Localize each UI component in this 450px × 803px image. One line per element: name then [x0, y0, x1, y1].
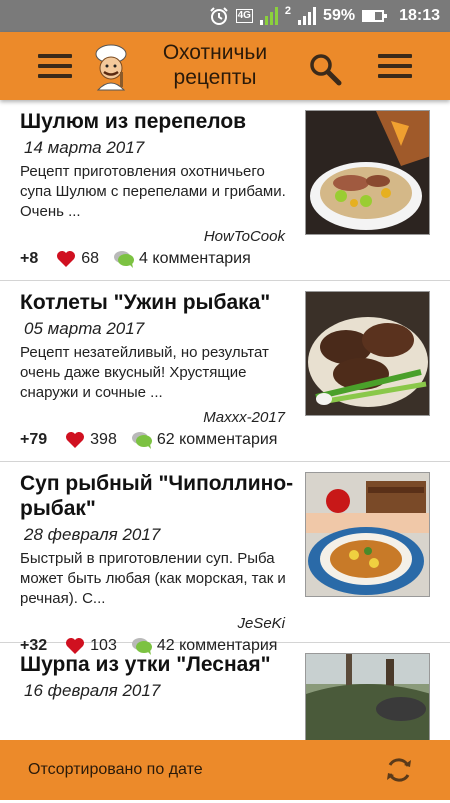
recipe-likes: 398: [90, 431, 117, 448]
recipe-date: 05 марта 2017: [24, 319, 145, 338]
heart-icon[interactable]: [56, 250, 76, 268]
recipe-comments: 4 комментария: [139, 250, 251, 267]
recipe-photo[interactable]: [305, 110, 430, 235]
app-bar: Охотничьи рецепты: [0, 32, 450, 100]
recipe-likes: 68: [81, 250, 100, 267]
recipe-author[interactable]: Maxxx-2017: [203, 409, 285, 426]
recipe-card[interactable]: Шулюм из перепелов 14 марта 2017 Рецепт …: [0, 100, 450, 281]
recipe-score: +79: [20, 431, 48, 448]
overflow-menu-icon[interactable]: [378, 54, 412, 78]
battery-percent: 59%: [323, 7, 356, 24]
recipe-title: Шулюм из перепелов: [20, 110, 247, 133]
recipe-title: Суп рыбный "Чиполлино-рыбак": [20, 472, 294, 520]
recipe-title: Шурпа из утки "Лесная": [20, 653, 271, 676]
app-title: Охотничьи рецепты: [162, 41, 268, 89]
recipe-date: 16 февраля 2017: [24, 681, 161, 700]
heart-icon[interactable]: [65, 431, 85, 449]
recipe-card[interactable]: Котлеты "Ужин рыбака" 05 марта 2017 Реце…: [0, 281, 450, 462]
recipe-description: Рецепт приготовления охотничьего супа Шу…: [20, 163, 286, 220]
status-bar: 4G 2 59% 18:13: [0, 0, 450, 32]
recipe-photo[interactable]: [305, 472, 430, 597]
refresh-icon[interactable]: [384, 755, 414, 785]
signal-2-icon: [298, 7, 317, 25]
recipe-author[interactable]: JeSeKi: [237, 615, 285, 632]
recipe-list: Шулюм из перепелов 14 марта 2017 Рецепт …: [0, 100, 450, 803]
recipe-date: 14 марта 2017: [24, 138, 145, 157]
recipe-score: +8: [20, 250, 39, 267]
recipe-description: Быстрый в приготовлении суп. Рыба может …: [20, 550, 286, 607]
recipe-card[interactable]: Суп рыбный "Чиполлино-рыбак" 28 февраля …: [0, 462, 450, 655]
alarm-icon: [209, 6, 229, 26]
menu-icon[interactable]: [38, 54, 72, 78]
recipe-title: Котлеты "Ужин рыбака": [20, 291, 271, 314]
recipe-stats: +79 398 62 комментария: [20, 431, 277, 449]
sort-bar: Отсортировано по дате: [0, 740, 450, 800]
chef-logo-icon: [90, 42, 132, 92]
recipe-author[interactable]: HowToCook: [204, 228, 285, 245]
comment-icon[interactable]: [113, 250, 135, 268]
recipe-stats: +8 68 4 комментария: [20, 250, 251, 268]
signal-icon: [259, 7, 278, 25]
recipe-description: Рецепт незатейливый, но результат очень …: [20, 344, 269, 401]
clock: 18:13: [399, 7, 440, 24]
lte-badge: 4G: [235, 9, 253, 23]
recipe-date: 28 февраля 2017: [24, 525, 161, 544]
comment-icon[interactable]: [131, 431, 153, 449]
search-icon[interactable]: [308, 52, 342, 86]
battery-icon: [362, 10, 388, 22]
sort-label[interactable]: Отсортировано по дате: [28, 761, 203, 779]
sim-label: 2: [284, 5, 292, 17]
recipe-comments: 62 комментария: [156, 431, 278, 448]
recipe-photo[interactable]: [305, 291, 430, 416]
